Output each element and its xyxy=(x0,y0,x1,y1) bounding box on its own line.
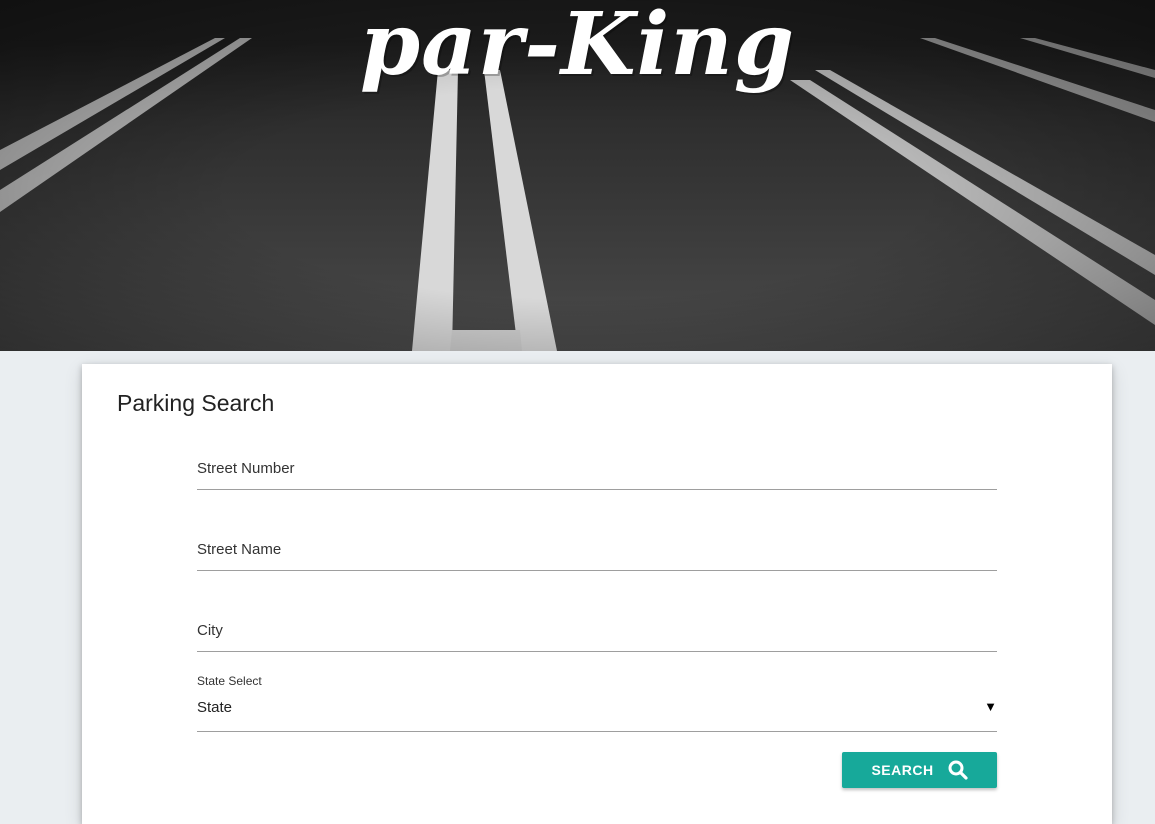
search-button-label: SEARCH xyxy=(871,762,934,778)
dropdown-caret-icon: ▼ xyxy=(984,699,997,714)
street-number-input[interactable] xyxy=(197,449,997,487)
hero-banner: par-King xyxy=(0,0,1155,351)
state-select-label: State Select xyxy=(197,674,262,688)
city-input[interactable] xyxy=(197,611,997,649)
state-select[interactable]: State ▼ xyxy=(197,692,997,732)
search-icon xyxy=(948,760,968,780)
city-field xyxy=(197,611,997,652)
card-title: Parking Search xyxy=(117,390,275,416)
street-name-field xyxy=(197,530,997,571)
street-number-field xyxy=(197,449,997,490)
search-button[interactable]: SEARCH xyxy=(842,752,997,788)
site-logo: par-King xyxy=(360,0,795,95)
parking-search-card: Parking Search State Select State ▼ SEAR… xyxy=(82,364,1112,824)
street-name-input[interactable] xyxy=(197,530,997,568)
state-select-value: State xyxy=(197,699,233,716)
